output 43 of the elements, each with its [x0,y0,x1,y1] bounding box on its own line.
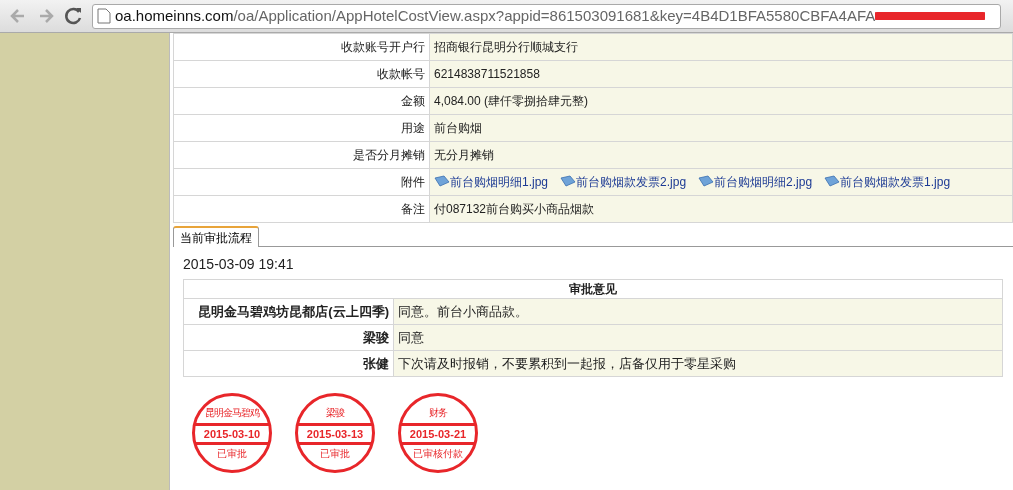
field-value: 付087132前台购买小商品烟款 [429,195,1013,223]
approval-opinion: 同意 [393,324,1003,351]
image-file-icon [560,175,577,187]
field-label: 备注 [173,195,430,223]
seal-text: 昆明金马碧鸡 [204,406,261,420]
image-file-icon [698,175,715,187]
seal-text: 已审批 [319,447,351,461]
field-label: 金额 [173,87,430,115]
seal-text: 已审批 [216,447,248,461]
page-icon [97,8,111,24]
attachment-link[interactable]: 前台购烟款发票1.jpg [840,175,951,189]
approver-name: 昆明金马碧鸡坊昆都店(云上四季) [183,298,394,325]
tab[interactable]: 当前审批流程 [173,226,259,247]
approval-opinion: 同意。前台小商品款。 [393,298,1003,325]
address-bar[interactable]: oa.homeinns.com/oa/Application/AppHotelCostView.aspx?appid=861503091681&key=4B4D1BFA5580CBFA4AFA [92,3,1001,29]
attachment-link[interactable]: 前台购烟明细2.jpg [714,175,813,189]
field-value: 无分月摊销 [429,141,1013,169]
seal-date: 2015-03-21 [401,423,475,445]
approver-name: 梁骏 [183,324,394,351]
url-text: oa.homeinns.com/oa/Application/AppHotelCostView.aspx?appid=861503091681&key=4B4D1BFA5580CBFA4AFA [115,5,876,26]
attachment-link[interactable]: 前台购烟款发票2.jpg [576,175,687,189]
seal-date: 2015-03-13 [298,423,372,445]
approval-opinion: 下次请及时报销，不要累积到一起报，店备仅用于零星采购 [393,350,1003,377]
field-label: 收款帐号 [173,60,430,88]
seal-text: 财务 [428,406,448,420]
seal-text: 梁骏 [325,406,346,420]
approval-timestamp: 2015-03-09 19:41 [182,255,295,274]
field-value: 4,084.00 (肆仟零捌拾肆元整) [429,87,1013,115]
field-label: 是否分月摊销 [173,141,430,169]
seal-date: 2015-03-10 [195,423,269,445]
field-value: 招商银行昆明分行顺城支行 [429,33,1013,61]
seal-text: 已审核付款 [412,447,464,461]
image-file-icon [434,175,450,187]
approver-name: 张健 [183,350,394,377]
field-label: 附件 [173,168,430,196]
image-file-icon [824,175,841,187]
column-header: 审批意见 [183,279,1003,299]
attachment-link[interactable]: 前台购烟明细1.jpg [450,175,549,189]
field-label: 收款账号开户行 [173,33,430,61]
reload-icon[interactable] [64,6,84,26]
field-label: 用途 [173,114,430,142]
field-value: 6214838711521858 [429,60,1013,88]
field-value: 前台购烟 [429,114,1013,142]
